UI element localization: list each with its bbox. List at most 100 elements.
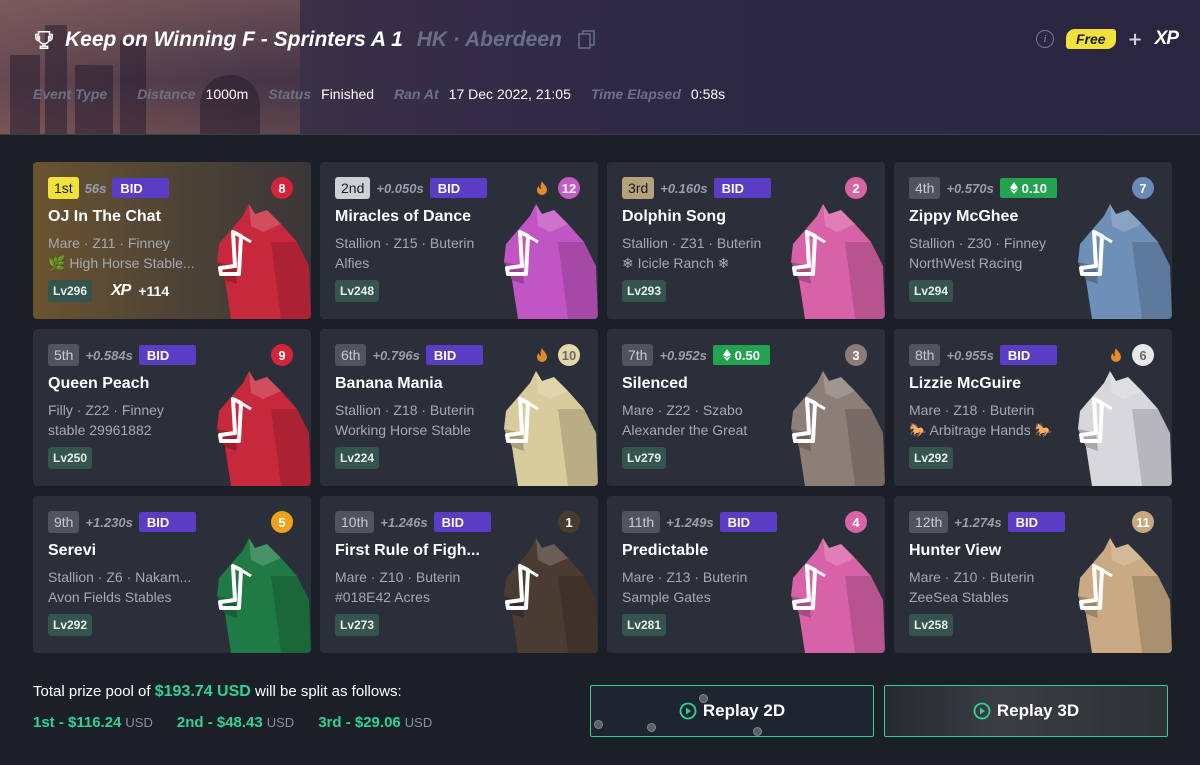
track-marker xyxy=(699,694,708,703)
horse-stable[interactable]: Alexander the Great xyxy=(622,422,747,438)
horse-stable[interactable]: Alfies xyxy=(335,255,369,271)
horse-stable[interactable]: #018E42 Acres xyxy=(335,589,430,605)
result-card[interactable]: 9th +1.230s BID 5 Serevi Stallion · Z6 ·… xyxy=(33,496,311,653)
price-badge[interactable]: 0.50 xyxy=(712,345,770,365)
gate-number: 5 xyxy=(271,511,293,533)
prize-intro: Total prize pool of xyxy=(33,683,151,700)
gate-number: 11 xyxy=(1132,511,1154,533)
result-card[interactable]: 1st 56s BID 8 OJ In The Chat Mare · Z11 … xyxy=(33,162,311,319)
time-gap: +0.050s xyxy=(376,180,424,196)
horse-level: Lv293 xyxy=(622,280,667,302)
split-currency: USD xyxy=(125,715,153,730)
play-icon xyxy=(973,702,991,720)
horse-portrait-icon xyxy=(1078,371,1172,486)
result-card[interactable]: 4th +0.570s 0.10 7 Zippy McGhee Stallion… xyxy=(894,162,1172,319)
horse-name[interactable]: Zippy McGhee xyxy=(909,208,1018,226)
horse-name[interactable]: Predictable xyxy=(622,542,708,560)
horse-name[interactable]: Serevi xyxy=(48,542,96,560)
horse-stable[interactable]: Working Horse Stable xyxy=(335,422,471,438)
bid-badge[interactable]: BID xyxy=(1007,512,1065,532)
replay-2d-button[interactable]: Replay 2D xyxy=(590,685,874,737)
horse-stable[interactable]: 🌿 High Horse Stable... xyxy=(48,255,195,272)
horse-name[interactable]: First Rule of Figh... xyxy=(335,542,480,560)
bid-badge[interactable]: BID xyxy=(138,345,196,365)
horse-portrait-icon xyxy=(791,538,885,653)
meta-distance-label: Distance xyxy=(137,86,196,102)
horse-name[interactable]: Miracles of Dance xyxy=(335,208,471,226)
result-card[interactable]: 5th +0.584s BID 9 Queen Peach Filly · Z2… xyxy=(33,329,311,486)
trophy-icon xyxy=(35,31,53,49)
gate-number: 8 xyxy=(271,177,293,199)
prize-splits: 1st - $116.24 USD 2nd - $48.43 USD 3rd - $… xyxy=(33,714,432,731)
bid-badge[interactable]: BID xyxy=(713,178,771,198)
card-top-row: 9th +1.230s BID xyxy=(48,511,196,533)
horse-level: Lv248 xyxy=(335,280,380,302)
header-background-art xyxy=(0,0,300,134)
time-gap: +0.952s xyxy=(659,347,707,363)
finish-position: 1st xyxy=(48,177,79,199)
horse-name[interactable]: Dolphin Song xyxy=(622,208,726,226)
horse-stable[interactable]: NorthWest Racing xyxy=(909,255,1022,271)
horse-name[interactable]: OJ In The Chat xyxy=(48,208,161,226)
price-value: 0.50 xyxy=(734,347,760,363)
race-header: Keep on Winning F - Sprinters A 1 HK · A… xyxy=(0,0,1200,135)
meta-distance-value: 1000m xyxy=(205,86,249,102)
horse-level: Lv292 xyxy=(48,614,93,636)
gate-number: 10 xyxy=(558,344,580,366)
flame-icon xyxy=(537,181,547,195)
horse-name[interactable]: Silenced xyxy=(622,375,688,393)
horse-portrait-icon xyxy=(1078,538,1172,653)
result-card[interactable]: 11th +1.249s BID 4 Predictable Mare · Z1… xyxy=(607,496,885,653)
horse-details: Mare · Z10 · Buterin xyxy=(909,569,1035,585)
horse-details: Stallion · Z18 · Buterin xyxy=(335,402,475,418)
bid-badge[interactable]: BID xyxy=(138,512,196,532)
bid-badge[interactable]: BID xyxy=(719,512,777,532)
bid-badge[interactable]: BID xyxy=(999,345,1057,365)
gate-number: 6 xyxy=(1132,344,1154,366)
horse-name[interactable]: Hunter View xyxy=(909,542,1001,560)
result-card[interactable]: 8th +0.955s BID 6 Lizzie McGuire Mare · … xyxy=(894,329,1172,486)
info-icon[interactable]: i xyxy=(1035,30,1054,48)
horse-name[interactable]: Banana Mania xyxy=(335,375,443,393)
price-badge[interactable]: 0.10 xyxy=(999,178,1057,198)
horse-stable[interactable]: ZeeSea Stables xyxy=(909,589,1009,605)
result-card[interactable]: 3rd +0.160s BID 2 Dolphin Song Stallion … xyxy=(607,162,885,319)
horse-name[interactable]: Lizzie McGuire xyxy=(909,375,1021,393)
horse-stable[interactable]: Avon Fields Stables xyxy=(48,589,171,605)
race-title: Keep on Winning F - Sprinters A 1 xyxy=(65,28,403,51)
gate-number: 1 xyxy=(558,511,580,533)
result-card[interactable]: 7th +0.952s 0.50 3 Silenced Mare · Z22 ·… xyxy=(607,329,885,486)
flame-icon xyxy=(1111,348,1121,362)
card-top-row: 1st 56s BID xyxy=(48,177,170,199)
card-top-row: 12th +1.274s BID xyxy=(909,511,1065,533)
card-top-row: 6th +0.796s BID xyxy=(335,344,483,366)
horse-portrait-icon xyxy=(791,204,885,319)
time-gap: +1.274s xyxy=(954,514,1002,530)
free-badge: Free xyxy=(1065,29,1116,49)
meta-status-value: Finished xyxy=(321,86,375,102)
race-location: HK · Aberdeen xyxy=(416,28,562,51)
result-card[interactable]: 6th +0.796s BID 10 Banana Mania Stallion… xyxy=(320,329,598,486)
horse-stable[interactable]: 🐎 Arbitrage Hands 🐎 xyxy=(909,422,1052,439)
horse-stable[interactable]: ❄ Icicle Ranch ❄ xyxy=(622,255,730,272)
horse-stable[interactable]: Sample Gates xyxy=(622,589,711,605)
bid-badge[interactable]: BID xyxy=(433,512,491,532)
result-card[interactable]: 2nd +0.050s BID 12 Miracles of Dance Sta… xyxy=(320,162,598,319)
copy-icon[interactable] xyxy=(578,30,596,50)
finish-position: 5th xyxy=(48,344,80,366)
bid-badge[interactable]: BID xyxy=(112,178,170,198)
horse-details: Mare · Z10 · Buterin xyxy=(335,569,461,585)
time-gap: +0.570s xyxy=(946,180,994,196)
result-card[interactable]: 10th +1.246s BID 1 First Rule of Figh...… xyxy=(320,496,598,653)
horse-name[interactable]: Queen Peach xyxy=(48,375,149,393)
bid-badge[interactable]: BID xyxy=(425,345,483,365)
title-row: Keep on Winning F - Sprinters A 1 HK · A… xyxy=(33,28,596,52)
result-card[interactable]: 12th +1.274s BID 11 Hunter View Mare · Z… xyxy=(894,496,1172,653)
bid-badge[interactable]: BID xyxy=(429,178,487,198)
card-top-row: 5th +0.584s BID xyxy=(48,344,196,366)
time-gap: +0.796s xyxy=(372,347,420,363)
replay-3d-button[interactable]: Replay 3D xyxy=(884,685,1168,737)
horse-stable[interactable]: stable 29961882 xyxy=(48,422,152,438)
xp-bonus-value: +114 xyxy=(138,283,170,299)
horse-portrait-icon xyxy=(217,371,311,486)
